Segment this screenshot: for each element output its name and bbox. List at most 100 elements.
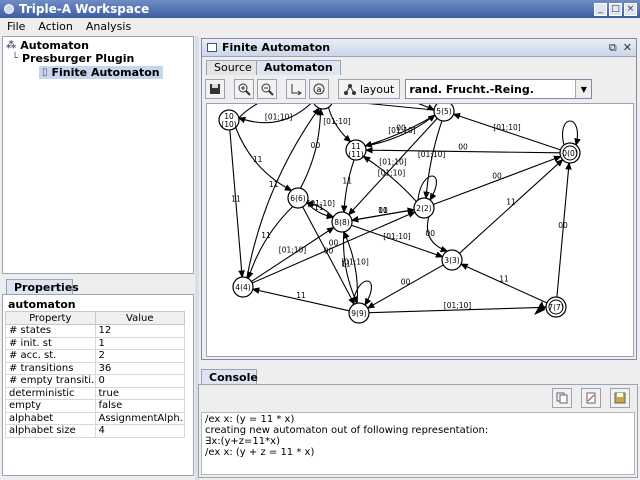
- transition-label: [01;10]: [307, 199, 335, 208]
- detach-icon[interactable]: ⧉: [609, 41, 617, 55]
- state-label: 3(3): [444, 256, 459, 265]
- state-node[interactable]: 9(9): [348, 302, 370, 324]
- save-icon: [210, 84, 220, 94]
- console-panel: /ex x: (y = 11 * x) creating new automat…: [198, 384, 638, 478]
- transition-label: 11: [506, 198, 516, 207]
- property-name: alphabet size: [5, 424, 96, 438]
- property-name: alphabet: [5, 411, 96, 425]
- state-node[interactable]: 7(7): [545, 296, 567, 318]
- column-header-value[interactable]: Value: [94, 311, 185, 325]
- zoom-out-button[interactable]: [257, 79, 277, 99]
- transition-label: 11: [261, 231, 271, 240]
- transition-label: 11: [296, 291, 306, 300]
- state-node[interactable]: 4(4): [232, 276, 254, 298]
- chevron-down-icon[interactable]: ▼: [575, 80, 592, 98]
- transition-edge[interactable]: [459, 158, 564, 254]
- automaton-toolbar: a layout rand. Frucht.-Reing. ▼: [205, 77, 635, 101]
- state-node[interactable]: 6(6): [287, 187, 309, 209]
- property-row[interactable]: alphabet AssignmentAlph...: [5, 411, 185, 425]
- property-value: 1: [94, 336, 185, 350]
- state-label: 6(6): [290, 194, 305, 203]
- add-state-button[interactable]: a: [309, 79, 329, 99]
- property-row[interactable]: alphabet size 4: [5, 424, 185, 438]
- self-loop-edge[interactable]: [562, 120, 581, 147]
- state-node[interactable]: 10(10): [218, 109, 240, 131]
- automaton-canvas[interactable]: 00 [01;10] 11 00 [01;10] 11 00 11 [01;10] 00 11 [01…: [206, 103, 634, 357]
- console-clear-button[interactable]: [581, 388, 601, 408]
- transition-edge[interactable]: [452, 113, 561, 151]
- menu-file[interactable]: File: [0, 20, 31, 33]
- console-copy-button[interactable]: [552, 388, 572, 408]
- frame-close-icon[interactable]: ✕: [623, 41, 632, 55]
- transition-edge[interactable]: [556, 161, 572, 298]
- tree-node-presburger-plugin[interactable]: └ Presburger Plugin: [12, 52, 134, 65]
- property-row[interactable]: # acc. st. 2: [5, 349, 185, 363]
- zoom-in-button[interactable]: [234, 79, 254, 99]
- transition-label: 11: [342, 177, 352, 186]
- automaton-icon: ⁂: [6, 40, 17, 51]
- transition-edge[interactable]: [433, 155, 562, 205]
- automaton-frame: Finite Automaton ⧉ ✕ Source Automaton a …: [201, 38, 637, 360]
- console-output[interactable]: /ex x: (y = 11 * x) creating new automat…: [201, 412, 635, 475]
- state-label: 9(9): [351, 309, 366, 318]
- state-label: 5(5): [436, 107, 451, 116]
- menu-analysis[interactable]: Analysis: [79, 20, 137, 33]
- transition-edge[interactable]: [460, 263, 548, 304]
- tree-node-finite-automaton[interactable]: ▯ Finite Automaton: [39, 66, 163, 79]
- state-node[interactable]: 2(2): [413, 197, 435, 219]
- property-row[interactable]: # transitions 36: [5, 361, 185, 375]
- tab-console[interactable]: Console: [201, 369, 258, 385]
- column-header-property[interactable]: Property: [5, 311, 96, 325]
- layout-button[interactable]: layout: [338, 79, 401, 99]
- property-value: 2: [94, 349, 185, 363]
- state-label: 7(7): [548, 303, 563, 312]
- tree-node-automaton[interactable]: ⁂ Automaton: [6, 39, 89, 52]
- console-save-button[interactable]: [610, 388, 630, 408]
- state-node[interactable]: 5(5): [433, 104, 455, 122]
- project-tree[interactable]: ⁂ Automaton └ Presburger Plugin ▯ Finite…: [2, 36, 194, 274]
- transition-label: 11: [499, 275, 509, 284]
- state-node[interactable]: 3(3): [441, 249, 463, 271]
- console-line: /ex x: (y = 11 * x): [205, 414, 295, 425]
- svg-text:a: a: [317, 85, 322, 94]
- menu-bar: File Action Analysis: [0, 18, 640, 34]
- state-node[interactable]: 0(0): [559, 142, 581, 164]
- state-node[interactable]: 11(11): [345, 139, 367, 161]
- transition-edge[interactable]: [340, 159, 355, 214]
- menu-action[interactable]: Action: [31, 20, 78, 33]
- zoom-out-icon: [261, 83, 274, 96]
- state-node[interactable]: 8(8): [331, 211, 353, 233]
- tab-automaton[interactable]: Automaton: [256, 60, 341, 75]
- transition-edge[interactable]: [229, 129, 245, 279]
- transition-label: [01;10]: [378, 168, 406, 177]
- close-button[interactable]: ×: [624, 2, 637, 16]
- property-name: # transitions: [5, 361, 96, 375]
- property-name: # init. st: [5, 336, 96, 350]
- add-transition-icon: [291, 84, 302, 96]
- property-row[interactable]: # empty transiti... 0: [5, 374, 185, 388]
- state-label: (11): [348, 150, 363, 159]
- properties-table: Property Value # states 12 # init. st 1 # ac…: [5, 311, 185, 438]
- property-name: deterministic: [5, 386, 96, 400]
- tab-source[interactable]: Source: [206, 60, 260, 75]
- property-row[interactable]: deterministic true: [5, 386, 185, 400]
- transition-label: 00: [311, 141, 321, 150]
- add-transition-button[interactable]: [286, 79, 306, 99]
- transition-edge[interactable]: [235, 127, 293, 192]
- state-node[interactable]: 1(1): [313, 104, 333, 110]
- property-name: # acc. st.: [5, 349, 96, 363]
- maximize-button[interactable]: □: [609, 2, 622, 16]
- transition-label: 11: [269, 180, 279, 189]
- app-icon: [4, 4, 14, 14]
- transition-edge[interactable]: [366, 264, 444, 309]
- tab-properties[interactable]: Properties: [6, 279, 79, 295]
- property-row[interactable]: empty false: [5, 399, 185, 413]
- transition-label: 00: [425, 229, 435, 238]
- minimize-button[interactable]: _: [594, 2, 607, 16]
- save-button[interactable]: [205, 79, 225, 99]
- property-name: # empty transiti...: [5, 374, 96, 388]
- property-row[interactable]: # init. st 1: [5, 336, 185, 350]
- transition-edge[interactable]: [423, 120, 443, 200]
- layout-algorithm-select[interactable]: rand. Frucht.-Reing. ▼: [405, 79, 593, 99]
- property-row[interactable]: # states 12: [5, 324, 185, 338]
